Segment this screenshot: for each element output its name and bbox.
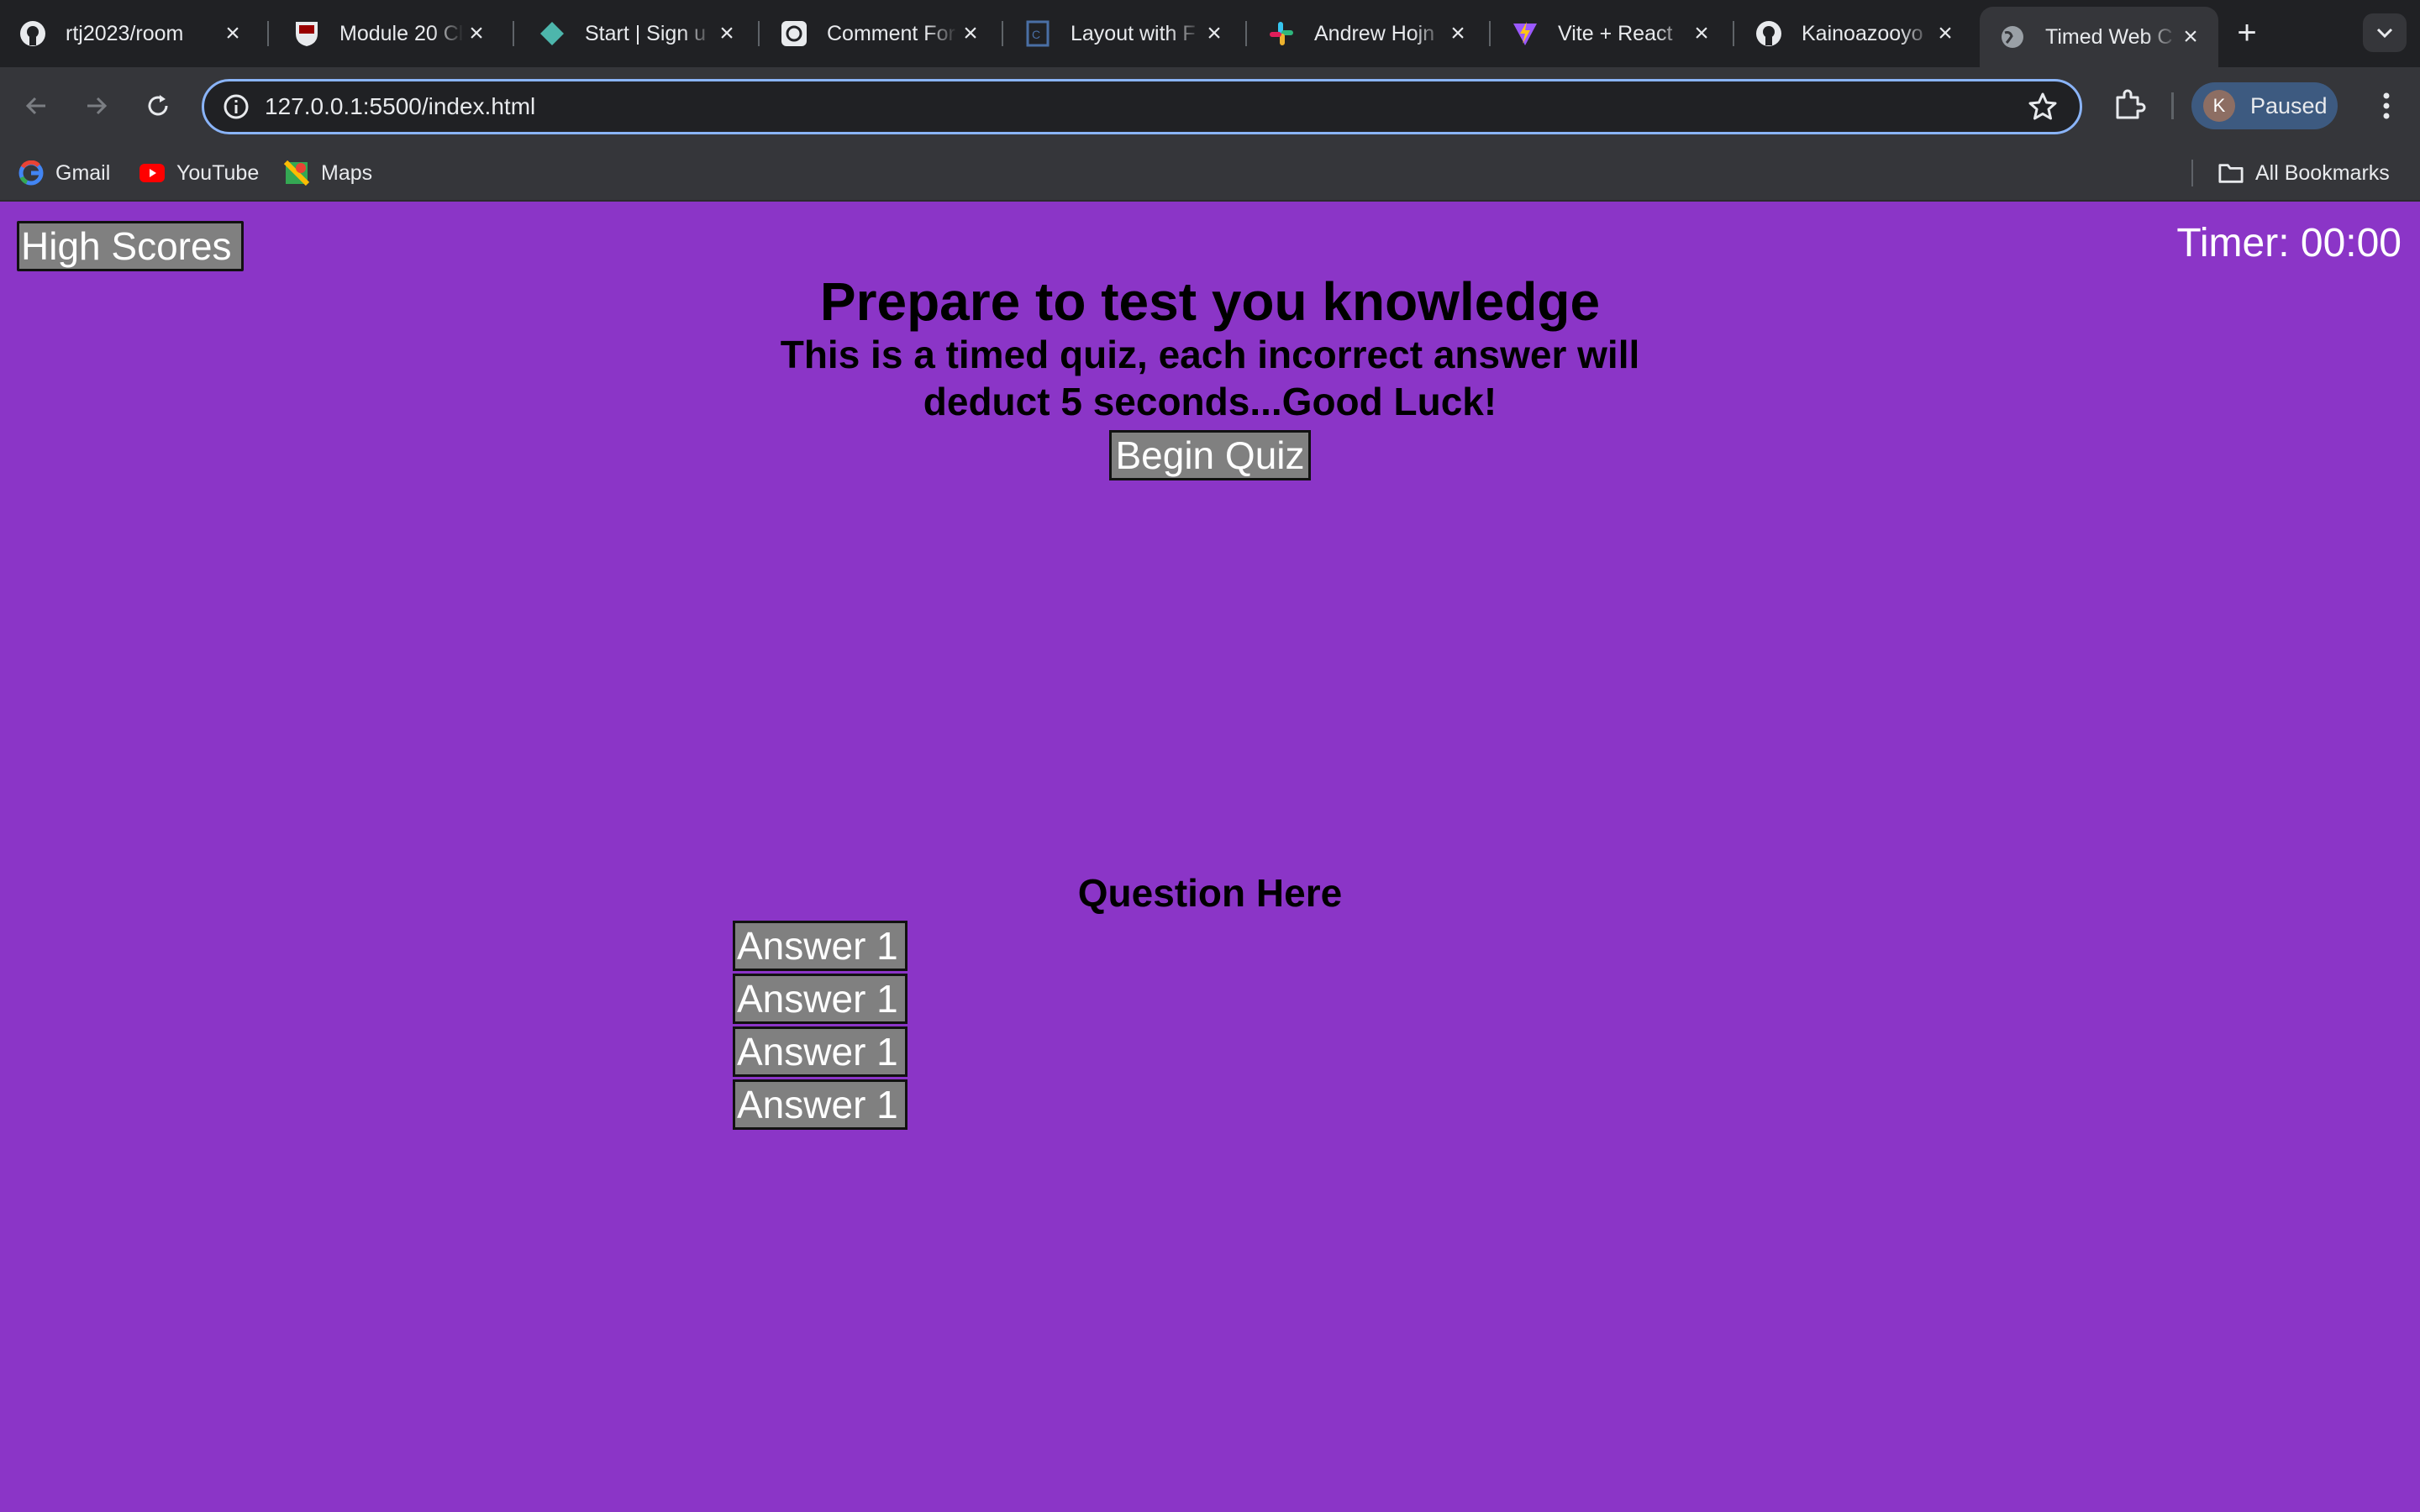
tab-strip: rtj2023/room × Module 20 Cl × Start | Si… <box>0 0 2420 67</box>
question-text: Question Here <box>1077 871 1343 915</box>
tab-layout-with[interactable]: C Layout with F × <box>1005 8 1242 59</box>
slack-icon <box>1267 19 1296 48</box>
arrow-left-icon <box>25 97 45 115</box>
university-shield-icon <box>292 19 321 48</box>
all-bookmarks-button[interactable]: All Bookmarks <box>2218 156 2390 190</box>
close-tab-icon[interactable]: × <box>1202 21 1227 46</box>
close-tab-icon[interactable]: × <box>1689 21 1714 46</box>
openai-icon <box>780 19 808 48</box>
back-button[interactable] <box>17 86 57 126</box>
diamond-icon <box>538 19 566 48</box>
tab-divider <box>1002 21 1003 46</box>
bookmark-label: Maps <box>321 160 373 185</box>
tab-title: Module 20 Cl <box>339 21 464 45</box>
profile-button[interactable]: K Paused <box>2191 82 2338 129</box>
all-bookmarks-label: All Bookmarks <box>2255 160 2390 185</box>
browser-menu-button[interactable] <box>2370 86 2403 126</box>
tab-search-button[interactable] <box>2363 13 2407 52</box>
svg-text:C: C <box>1032 28 1040 41</box>
answer-list: Answer 1 Answer 1 Answer 1 Answer 1 <box>733 921 908 1132</box>
tab-divider <box>1733 21 1734 46</box>
bookmark-maps[interactable]: Maps <box>284 156 372 190</box>
tab-title: Andrew Hojn <box>1314 21 1435 45</box>
begin-quiz-button[interactable]: Begin Quiz <box>1109 430 1311 480</box>
quiz-page: High Scores Timer: 00:00 Prepare to test… <box>0 203 2420 1512</box>
extensions-icon[interactable] <box>2111 87 2148 124</box>
bookmark-label: Gmail <box>55 160 111 185</box>
github-icon <box>18 19 47 48</box>
folder-icon <box>2218 160 2244 186</box>
tab-vite-react[interactable]: Vite + React × <box>1492 8 1729 59</box>
tab-timed-web-quiz[interactable]: Timed Web C × <box>1980 7 2218 67</box>
instructions-line-1: This is a timed quiz, each incorrect ans… <box>780 333 1640 376</box>
vite-icon <box>1511 19 1539 48</box>
toolbar-divider <box>2171 92 2174 119</box>
avatar: K <box>2203 90 2235 122</box>
close-tab-icon[interactable]: × <box>714 21 739 46</box>
tab-divider <box>1245 21 1247 46</box>
bookmark-label: YouTube <box>176 160 260 185</box>
timer-display: Timer: 00:00 <box>2176 221 2402 265</box>
answer-button-3[interactable]: Answer 1 <box>733 1026 908 1077</box>
tab-title: Kainoazooyo <box>1802 21 1923 45</box>
tab-andrew-hojn[interactable]: Andrew Hojn × <box>1249 8 1486 59</box>
new-tab-button[interactable]: + <box>2230 16 2264 50</box>
maps-icon <box>284 160 309 186</box>
youtube-icon <box>139 160 165 186</box>
tab-title: Layout with F <box>1071 21 1196 45</box>
profile-status: Paused <box>2250 92 2328 118</box>
close-tab-icon[interactable]: × <box>958 21 983 46</box>
tab-divider <box>758 21 760 46</box>
close-tab-icon[interactable]: × <box>464 21 489 46</box>
tab-start-sign-up[interactable]: Start | Sign u × <box>519 8 755 59</box>
forward-button[interactable] <box>76 86 116 126</box>
globe-icon <box>1998 23 2027 51</box>
answer-button-4[interactable]: Answer 1 <box>733 1079 908 1130</box>
address-bar[interactable]: 127.0.0.1:5500/index.html <box>202 79 2082 134</box>
url-text[interactable]: 127.0.0.1:5500/index.html <box>265 81 535 132</box>
close-tab-icon[interactable]: × <box>1933 21 1958 46</box>
tab-title: Vite + React <box>1558 21 1673 45</box>
tab-comment-for[interactable]: Comment For × <box>761 8 998 59</box>
tab-title: Timed Web C <box>2045 24 2173 49</box>
close-tab-icon[interactable]: × <box>1445 21 1470 46</box>
tab-title: Start | Sign u <box>585 21 707 45</box>
arrow-right-icon <box>87 97 108 115</box>
bookmark-gmail[interactable]: Gmail <box>18 156 110 190</box>
bookmarks-divider <box>2191 160 2193 186</box>
page-title: Prepare to test you knowledge <box>819 271 1601 332</box>
answer-button-1[interactable]: Answer 1 <box>733 921 908 971</box>
high-scores-button[interactable]: High Scores <box>17 221 244 271</box>
tab-title: rtj2023/room <box>66 21 184 45</box>
quiz-instructions: This is a timed quiz, each incorrect ans… <box>0 331 2420 425</box>
bookmark-star-icon[interactable] <box>2028 92 2058 122</box>
chevron-down-icon <box>2376 28 2393 39</box>
kebab-menu-icon <box>2383 92 2390 119</box>
tab-title: Comment For <box>827 21 955 45</box>
tab-divider <box>513 21 514 46</box>
tab-module-20[interactable]: Module 20 Cl × <box>274 8 504 59</box>
site-info-icon[interactable] <box>223 93 250 120</box>
github-icon <box>1754 19 1783 48</box>
tab-divider <box>1489 21 1491 46</box>
tab-github-room[interactable]: rtj2023/room × <box>0 8 260 59</box>
tab-divider <box>267 21 269 46</box>
bookmark-youtube[interactable]: YouTube <box>139 156 259 190</box>
close-tab-icon[interactable]: × <box>220 21 245 46</box>
tab-kainoazooyo[interactable]: Kainoazooyo × <box>1736 8 1973 59</box>
answer-button-2[interactable]: Answer 1 <box>733 974 908 1024</box>
document-icon: C <box>1023 19 1052 48</box>
reload-icon <box>148 95 168 116</box>
close-tab-icon[interactable]: × <box>2178 24 2203 50</box>
reload-button[interactable] <box>138 86 178 126</box>
instructions-line-2: deduct 5 seconds...Good Luck! <box>923 380 1497 423</box>
google-icon <box>18 160 44 186</box>
